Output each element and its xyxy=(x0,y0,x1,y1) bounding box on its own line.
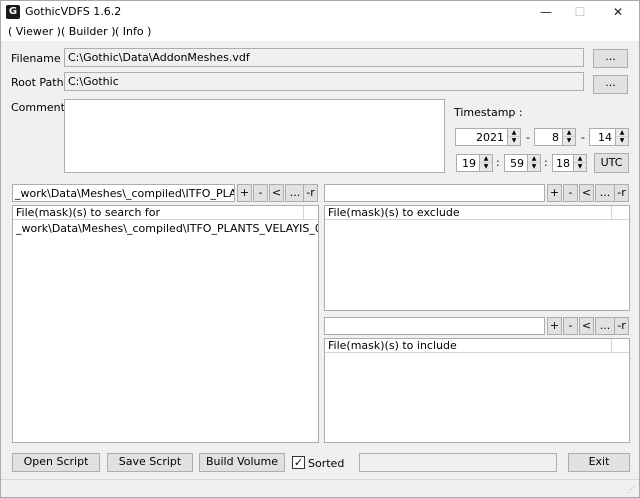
search-recursive-button[interactable]: -r xyxy=(303,184,318,202)
minute-spinner[interactable]: 59 ▲ ▼ xyxy=(504,154,541,172)
year-value: 2021 xyxy=(476,131,504,144)
sorted-label: Sorted xyxy=(308,457,345,470)
app-logo-icon: G xyxy=(6,5,20,19)
exclude-list[interactable]: File(mask)(s) to exclude xyxy=(324,205,630,311)
include-list[interactable]: File(mask)(s) to include xyxy=(324,338,630,443)
year-spinner[interactable]: 2021 ▲ ▼ xyxy=(455,128,521,146)
list-item[interactable]: _work\Data\Meshes\_compiled\ITFO_PLANTS_… xyxy=(16,222,318,235)
second-spinner[interactable]: 18 ▲ ▼ xyxy=(552,154,587,172)
menu-info[interactable]: ( Info ) xyxy=(115,25,151,38)
exclude-list-header[interactable]: File(mask)(s) to exclude xyxy=(325,206,611,220)
filename-field[interactable]: C:\Gothic\Data\AddonMeshes.vdf xyxy=(64,48,584,67)
close-button[interactable]: ✕ xyxy=(595,1,639,23)
search-list-header-tail xyxy=(303,206,318,220)
include-list-header[interactable]: File(mask)(s) to include xyxy=(325,339,611,353)
exit-button[interactable]: Exit xyxy=(568,453,630,472)
include-remove-button[interactable]: - xyxy=(563,317,578,335)
timestamp-label: Timestamp : xyxy=(454,106,523,119)
search-remove-button[interactable]: - xyxy=(253,184,268,202)
spin-up-icon[interactable]: ▲ xyxy=(528,155,540,163)
minute-value: 59 xyxy=(510,157,524,170)
spin-down-icon[interactable]: ▼ xyxy=(480,163,492,171)
include-mask-input[interactable] xyxy=(324,317,545,335)
search-browse-button[interactable]: ... xyxy=(285,184,305,202)
filename-browse-button[interactable]: ... xyxy=(593,49,628,68)
spin-up-icon[interactable]: ▲ xyxy=(574,155,586,163)
menu-viewer[interactable]: ( Viewer ) xyxy=(8,25,61,38)
day-arrows: ▲ ▼ xyxy=(615,129,628,145)
time-separator: : xyxy=(544,156,548,169)
search-back-button[interactable]: < xyxy=(269,184,284,202)
window-title: GothicVDFS 1.6.2 xyxy=(25,5,122,18)
spin-down-icon[interactable]: ▼ xyxy=(508,137,520,145)
app-window: G GothicVDFS 1.6.2 — ☐ ✕ ( Viewer ) ( Bu… xyxy=(0,0,640,498)
day-spinner[interactable]: 14 ▲ ▼ xyxy=(589,128,629,146)
second-arrows: ▲ ▼ xyxy=(573,155,586,171)
comment-input[interactable] xyxy=(64,99,445,173)
filename-label: Filename : xyxy=(11,52,68,65)
status-bar: ⋰ xyxy=(1,479,639,497)
menu-builder[interactable]: ( Builder ) xyxy=(61,25,115,38)
spin-down-icon[interactable]: ▼ xyxy=(616,137,628,145)
comment-label: Comment : xyxy=(11,101,73,114)
spin-down-icon[interactable]: ▼ xyxy=(528,163,540,171)
include-list-header-tail xyxy=(611,339,629,353)
sorted-checkbox[interactable]: ✓ xyxy=(292,456,305,469)
include-add-button[interactable]: + xyxy=(547,317,562,335)
include-back-button[interactable]: < xyxy=(579,317,594,335)
minute-arrows: ▲ ▼ xyxy=(527,155,540,171)
search-list-header[interactable]: File(mask)(s) to search for xyxy=(13,206,303,220)
exclude-remove-button[interactable]: - xyxy=(563,184,578,202)
time-separator: : xyxy=(496,156,500,169)
search-mask-input[interactable]: _work\Data\Meshes\_compiled\ITFO_PLANTS_… xyxy=(12,184,235,202)
resize-grip-icon[interactable]: ⋰ xyxy=(627,485,637,495)
menu-bar: ( Viewer ) ( Builder ) ( Info ) xyxy=(1,23,639,41)
month-value: 8 xyxy=(552,131,559,144)
date-separator: - xyxy=(526,131,530,144)
month-arrows: ▲ ▼ xyxy=(562,129,575,145)
spin-up-icon[interactable]: ▲ xyxy=(480,155,492,163)
date-separator: - xyxy=(581,131,585,144)
rootpath-field[interactable]: C:\Gothic xyxy=(64,72,584,91)
second-value: 18 xyxy=(556,157,570,170)
save-script-button[interactable]: Save Script xyxy=(107,453,193,472)
spin-down-icon[interactable]: ▼ xyxy=(574,163,586,171)
exclude-add-button[interactable]: + xyxy=(547,184,562,202)
include-browse-button[interactable]: ... xyxy=(595,317,615,335)
hour-arrows: ▲ ▼ xyxy=(479,155,492,171)
utc-button[interactable]: UTC xyxy=(594,153,629,173)
exclude-browse-button[interactable]: ... xyxy=(595,184,615,202)
hour-value: 19 xyxy=(462,157,476,170)
search-add-button[interactable]: + xyxy=(237,184,252,202)
hour-spinner[interactable]: 19 ▲ ▼ xyxy=(456,154,493,172)
spin-down-icon[interactable]: ▼ xyxy=(563,137,575,145)
exclude-recursive-button[interactable]: -r xyxy=(614,184,629,202)
exclude-back-button[interactable]: < xyxy=(579,184,594,202)
status-field xyxy=(359,453,557,472)
month-spinner[interactable]: 8 ▲ ▼ xyxy=(534,128,576,146)
spin-up-icon[interactable]: ▲ xyxy=(508,129,520,137)
spin-up-icon[interactable]: ▲ xyxy=(616,129,628,137)
exclude-mask-input[interactable] xyxy=(324,184,545,202)
rootpath-browse-button[interactable]: ... xyxy=(593,75,628,94)
spin-up-icon[interactable]: ▲ xyxy=(563,129,575,137)
year-arrows: ▲ ▼ xyxy=(507,129,520,145)
search-list[interactable]: File(mask)(s) to search for _work\Data\M… xyxy=(12,205,319,443)
day-value: 14 xyxy=(598,131,612,144)
open-script-button[interactable]: Open Script xyxy=(12,453,100,472)
exclude-list-header-tail xyxy=(611,206,629,220)
build-volume-button[interactable]: Build Volume xyxy=(199,453,285,472)
include-recursive-button[interactable]: -r xyxy=(614,317,629,335)
title-bar: G GothicVDFS 1.6.2 — ☐ ✕ xyxy=(1,1,639,23)
rootpath-label: Root Path : xyxy=(11,76,71,89)
